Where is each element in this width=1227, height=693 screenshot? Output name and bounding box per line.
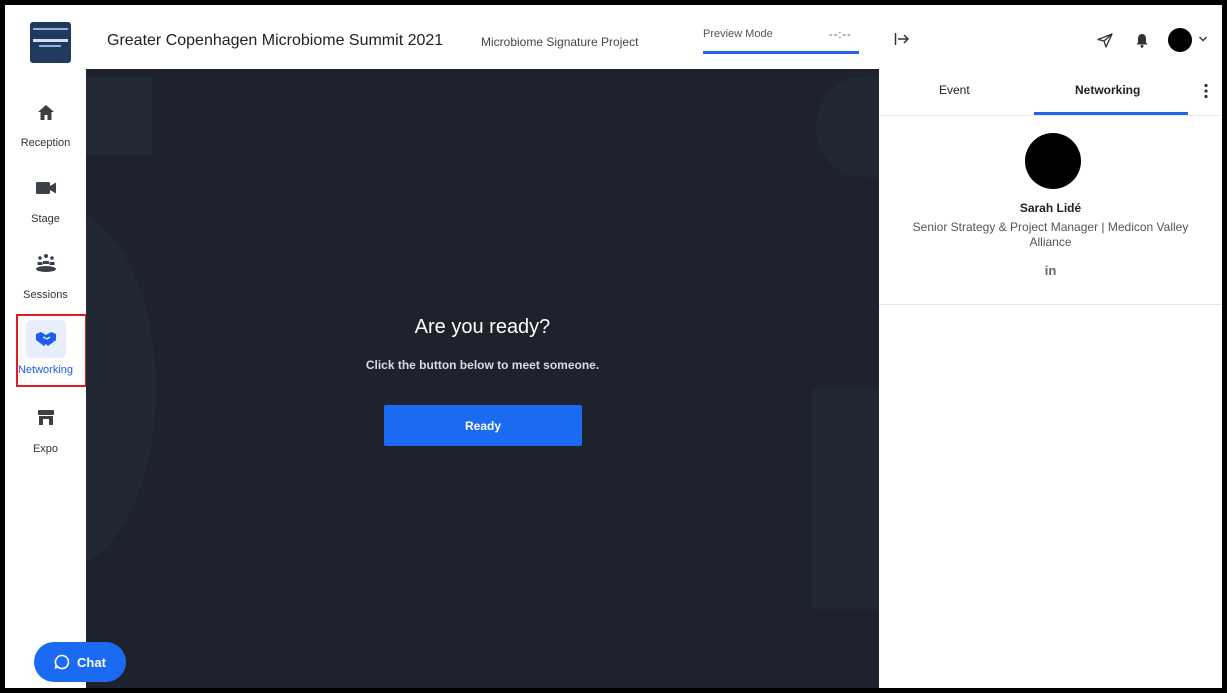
ready-button[interactable]: Ready bbox=[384, 405, 582, 446]
ready-subtitle: Click the button below to meet someone. bbox=[365, 358, 600, 372]
sidebar: Reception Stage Sessions Networking Expo bbox=[5, 5, 87, 688]
profile-card: Sarah Lidé Senior Strategy & Project Man… bbox=[879, 116, 1222, 305]
user-avatar[interactable] bbox=[1168, 28, 1192, 52]
background-tile bbox=[812, 389, 879, 609]
preview-timer: --:-- bbox=[829, 29, 852, 41]
tab-event[interactable]: Event bbox=[939, 83, 970, 97]
sidebar-item-label: Stage bbox=[31, 213, 60, 225]
app-window: Reception Stage Sessions Networking Expo… bbox=[5, 5, 1222, 688]
send-icon[interactable] bbox=[1097, 33, 1113, 48]
chat-bubble-icon bbox=[54, 654, 70, 670]
active-tab-indicator bbox=[1034, 112, 1188, 115]
active-item-highlight bbox=[16, 314, 87, 387]
background-tile bbox=[86, 77, 152, 155]
right-panel-toolbar bbox=[879, 5, 1222, 69]
preview-progress-bar bbox=[703, 51, 859, 54]
profile-avatar bbox=[1025, 133, 1081, 189]
booth-icon bbox=[37, 410, 54, 425]
right-panel: Event Networking Sarah Lidé Senior Strat… bbox=[879, 5, 1222, 688]
sidebar-item-label: Sessions bbox=[23, 289, 68, 301]
event-title: Greater Copenhagen Microbiome Summit 202… bbox=[107, 32, 444, 49]
event-logo[interactable] bbox=[30, 22, 71, 63]
sidebar-item-sessions[interactable]: Sessions bbox=[5, 249, 86, 301]
project-title: Microbiome Signature Project bbox=[481, 35, 639, 49]
chat-button[interactable]: Chat bbox=[34, 642, 126, 682]
panel-tabs: Event Networking bbox=[879, 69, 1222, 116]
preview-mode-label: Preview Mode bbox=[703, 28, 773, 40]
background-shape bbox=[816, 77, 879, 177]
background-shape bbox=[86, 209, 156, 569]
top-header: Greater Copenhagen Microbiome Summit 202… bbox=[86, 5, 879, 69]
tab-networking[interactable]: Networking bbox=[1075, 83, 1140, 97]
bell-icon[interactable] bbox=[1135, 33, 1149, 48]
profile-role: Senior Strategy & Project Manager | Medi… bbox=[912, 220, 1189, 249]
ready-heading: Are you ready? bbox=[414, 316, 551, 338]
people-icon bbox=[35, 254, 56, 272]
sidebar-item-label: Reception bbox=[20, 137, 71, 149]
linkedin-icon[interactable]: in bbox=[879, 263, 1222, 278]
chevron-down-icon[interactable] bbox=[1198, 35, 1208, 43]
home-icon bbox=[37, 105, 54, 120]
more-options-icon[interactable] bbox=[1204, 83, 1208, 99]
profile-name: Sarah Lidé bbox=[1019, 201, 1082, 215]
collapse-panel-icon[interactable] bbox=[894, 32, 910, 46]
video-camera-icon bbox=[35, 182, 56, 194]
networking-stage: Are you ready? Click the button below to… bbox=[86, 69, 879, 688]
chat-button-label: Chat bbox=[77, 654, 106, 670]
sidebar-item-label: Expo bbox=[32, 443, 59, 455]
sidebar-item-reception[interactable]: Reception bbox=[5, 97, 86, 149]
sidebar-item-expo[interactable]: Expo bbox=[5, 403, 86, 455]
sidebar-item-stage[interactable]: Stage bbox=[5, 173, 86, 225]
